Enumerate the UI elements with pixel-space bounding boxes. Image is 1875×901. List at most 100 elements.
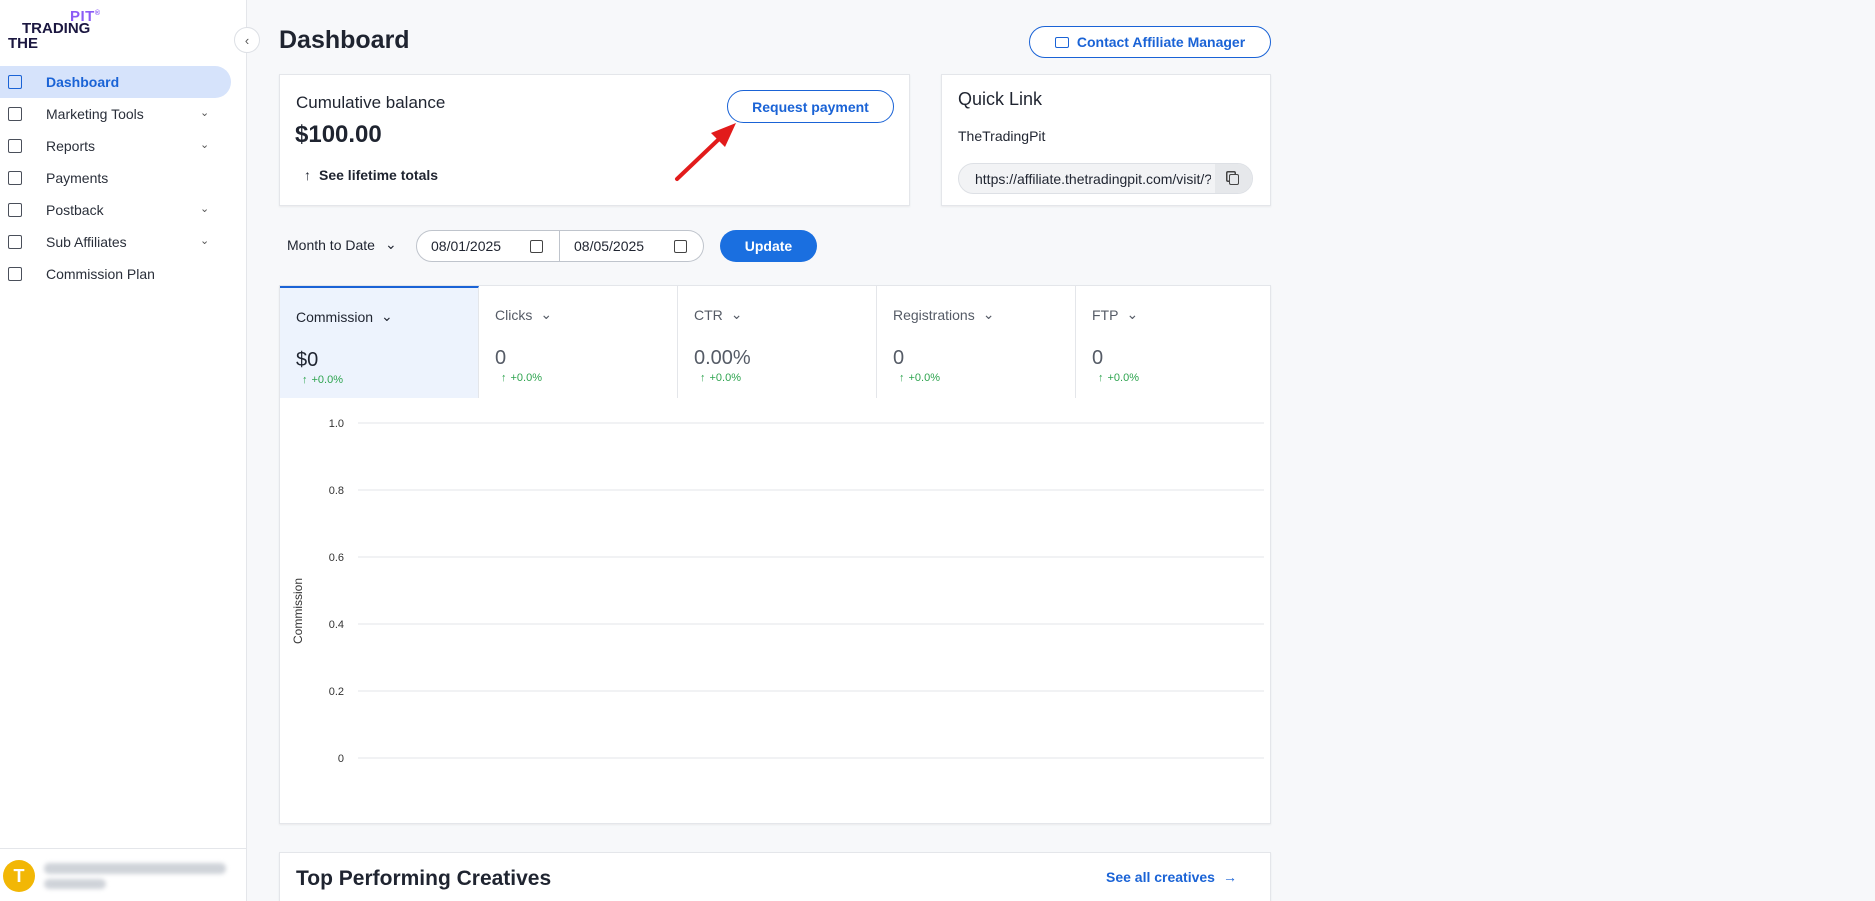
chevron-down-icon: ⌄ bbox=[1126, 306, 1139, 322]
arrow-up-icon: ↑ bbox=[304, 167, 311, 183]
sidebar-item-commission-plan[interactable]: Commission Plan bbox=[0, 258, 247, 290]
sidebar-item-label: Reports bbox=[46, 138, 96, 154]
chevron-down-icon: ⌄ bbox=[540, 306, 553, 322]
sidebar-item-marketing-tools[interactable]: Marketing Tools ⌄ bbox=[0, 98, 247, 130]
metric-label: CTR bbox=[694, 306, 723, 323]
link-label: See all creatives bbox=[1106, 869, 1215, 885]
logo-the: THE bbox=[8, 35, 38, 52]
sidebar-nav: Dashboard Marketing Tools ⌄ Reports ⌄ Pa… bbox=[0, 66, 247, 290]
page-title: Dashboard bbox=[279, 26, 410, 54]
arrow-right-icon: → bbox=[1222, 869, 1237, 885]
arrow-up-icon: ↑ bbox=[501, 372, 507, 384]
lifetime-label: See lifetime totals bbox=[319, 167, 439, 183]
metric-change: +0.0% bbox=[908, 372, 941, 384]
metric-change: +0.0% bbox=[1107, 372, 1140, 384]
metric-tab-commission[interactable]: Commission ⌄ $0 ↑ +0.0% bbox=[280, 286, 479, 398]
y-axis-label: Commission bbox=[291, 578, 305, 644]
metric-label: FTP bbox=[1092, 306, 1119, 323]
sidebar-item-sub-affiliates[interactable]: Sub Affiliates ⌄ bbox=[0, 226, 247, 258]
metric-value: 0 bbox=[1092, 347, 1104, 369]
document-icon bbox=[8, 267, 22, 281]
collapse-sidebar-button[interactable]: ‹ bbox=[234, 27, 260, 53]
y-tick-label: 0.2 bbox=[329, 686, 344, 698]
sidebar-item-label: Sub Affiliates bbox=[46, 234, 127, 250]
avatar[interactable]: T bbox=[3, 860, 35, 892]
arrow-up-icon: ↑ bbox=[700, 372, 706, 384]
user-email-redacted bbox=[44, 863, 226, 874]
dashboard-icon bbox=[8, 75, 22, 89]
contact-affiliate-manager-button[interactable]: Contact Affiliate Manager bbox=[1029, 26, 1271, 58]
metric-value: 0 bbox=[495, 347, 507, 369]
quick-link-card: Quick Link TheTradingPit https://affilia… bbox=[941, 74, 1271, 206]
chevron-down-icon[interactable]: ⌄ bbox=[200, 234, 209, 247]
sidebar-item-payments[interactable]: Payments bbox=[0, 162, 247, 194]
sidebar-item-reports[interactable]: Reports ⌄ bbox=[0, 130, 247, 162]
quick-link-brand: TheTradingPit bbox=[958, 128, 1046, 144]
metric-tab-clicks[interactable]: Clicks ⌄ 0 ↑ +0.0% bbox=[479, 286, 678, 398]
megaphone-icon bbox=[8, 107, 22, 121]
arrow-up-icon: ↑ bbox=[302, 374, 308, 386]
chevron-down-icon: ⌄ bbox=[982, 306, 995, 322]
chevron-down-icon[interactable]: ⌄ bbox=[200, 202, 209, 215]
sidebar-item-label: Postback bbox=[46, 202, 104, 218]
y-tick-label: 0.8 bbox=[329, 485, 344, 497]
see-all-creatives-link[interactable]: See all creatives → bbox=[1106, 869, 1237, 885]
quick-link-title: Quick Link bbox=[958, 89, 1043, 109]
y-tick-label: 0 bbox=[338, 753, 344, 765]
user-profile[interactable]: T bbox=[0, 848, 247, 901]
quick-link-url-field[interactable]: https://affiliate.thetradingpit.com/visi… bbox=[958, 163, 1253, 194]
copy-link-button[interactable] bbox=[1215, 164, 1252, 193]
metric-tab-registrations[interactable]: Registrations ⌄ 0 ↑ +0.0% bbox=[877, 286, 1076, 398]
metric-tab-ftp[interactable]: FTP ⌄ 0 ↑ +0.0% bbox=[1076, 286, 1272, 398]
sidebar-item-label: Payments bbox=[46, 170, 109, 186]
sidebar-item-label: Commission Plan bbox=[46, 266, 155, 282]
contact-button-label: Contact Affiliate Manager bbox=[1076, 34, 1246, 50]
performance-chart-card: Commission ⌄ $0 ↑ +0.0% Clicks ⌄ 0 ↑ +0.0% C… bbox=[279, 285, 1271, 824]
section-title: Top Performing Creatives bbox=[296, 867, 552, 890]
metric-change: +0.0% bbox=[709, 372, 742, 384]
metric-label: Registrations bbox=[893, 306, 975, 323]
start-date-input[interactable]: 08/01/2025 bbox=[416, 230, 560, 262]
end-date-value: 08/05/2025 bbox=[574, 238, 645, 254]
chevron-down-icon: ⌄ bbox=[730, 306, 743, 322]
metric-label: Commission bbox=[296, 308, 374, 325]
metric-label: Clicks bbox=[495, 306, 533, 323]
y-tick-label: 0.4 bbox=[329, 619, 344, 631]
calendar-icon[interactable] bbox=[674, 240, 687, 253]
y-tick-label: 0.6 bbox=[329, 552, 344, 564]
chevron-down-icon[interactable]: ⌄ bbox=[200, 106, 209, 119]
request-payment-button[interactable]: Request payment bbox=[727, 90, 894, 123]
period-select[interactable]: Month to Date ⌄ bbox=[287, 236, 397, 253]
commission-chart: Commission 1.0 0.8 0.6 0.4 0.2 0 bbox=[291, 418, 1264, 765]
annotation-arrow-icon bbox=[675, 123, 736, 181]
arrow-up-icon: ↑ bbox=[899, 372, 905, 384]
metric-value: 0.00% bbox=[694, 347, 751, 369]
update-button[interactable]: Update bbox=[720, 230, 817, 262]
y-tick-label: 1.0 bbox=[329, 418, 344, 430]
arrow-up-icon: ↑ bbox=[1098, 372, 1104, 384]
balance-value: $100.00 bbox=[295, 121, 382, 148]
cumulative-balance-card: Cumulative balance $100.00 ↑ See lifetim… bbox=[279, 74, 910, 206]
quick-link-url[interactable]: https://affiliate.thetradingpit.com/visi… bbox=[975, 171, 1211, 187]
metric-tab-ctr[interactable]: CTR ⌄ 0.00% ↑ +0.0% bbox=[678, 286, 877, 398]
metric-change: +0.0% bbox=[510, 372, 543, 384]
see-lifetime-totals-link[interactable]: ↑ See lifetime totals bbox=[304, 167, 438, 183]
end-date-input[interactable]: 08/05/2025 bbox=[560, 230, 704, 262]
user-id-redacted bbox=[44, 879, 106, 889]
chevron-left-icon: ‹ bbox=[244, 32, 250, 48]
card-icon bbox=[8, 171, 22, 185]
logo[interactable]: PIT® TRADING THE bbox=[8, 8, 108, 52]
calendar-icon[interactable] bbox=[530, 240, 543, 253]
metric-value: 0 bbox=[893, 347, 905, 369]
chevron-down-icon[interactable]: ⌄ bbox=[200, 138, 209, 151]
sidebar-item-label: Dashboard bbox=[46, 74, 120, 90]
clipboard-icon bbox=[8, 139, 22, 153]
metric-value: $0 bbox=[296, 349, 319, 371]
sidebar-item-postback[interactable]: Postback ⌄ bbox=[0, 194, 247, 226]
sidebar-item-dashboard[interactable]: Dashboard bbox=[0, 66, 231, 98]
flow-icon bbox=[8, 203, 22, 217]
top-creatives-card: Top Performing Creatives See all creativ… bbox=[279, 852, 1271, 901]
contact-card-icon bbox=[1054, 36, 1069, 48]
logo-registered-mark: ® bbox=[94, 10, 101, 17]
period-value: Month to Date bbox=[287, 236, 375, 253]
